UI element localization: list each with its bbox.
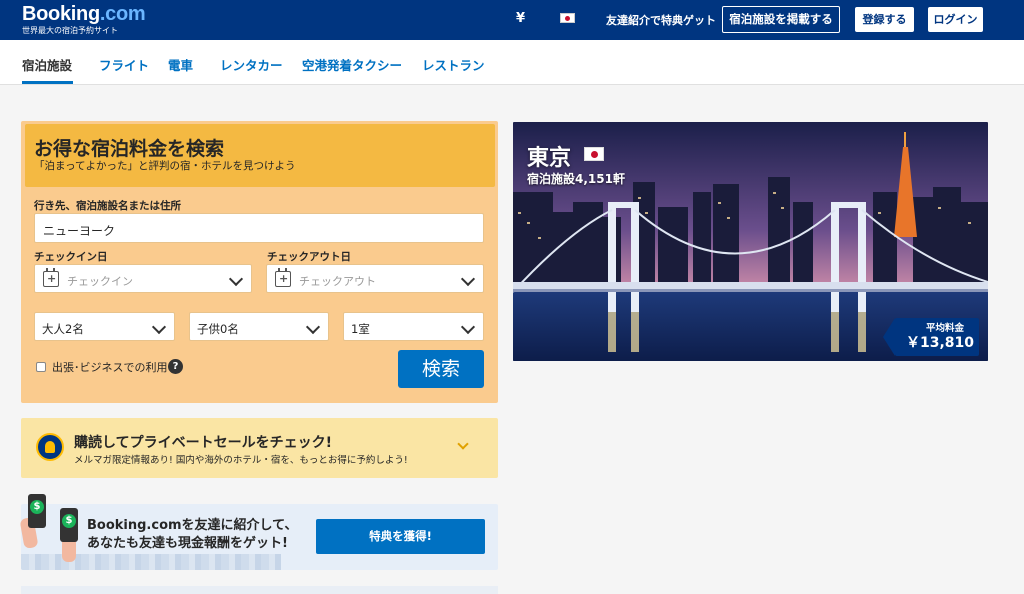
city-skyline-illustration [21, 554, 281, 570]
search-button[interactable]: 検索 [398, 350, 484, 388]
calendar-icon [43, 268, 59, 287]
language-flag-icon[interactable] [560, 13, 575, 23]
help-icon[interactable]: ? [168, 359, 183, 374]
destination-label: 行き先、宿泊施設名または住所 [34, 200, 181, 212]
get-reward-button[interactable]: 特典を獲得! [316, 519, 485, 554]
newsletter-title: 購読してプライベートセールをチェック! [74, 435, 332, 451]
rooms-select[interactable]: 1室 [343, 312, 484, 341]
destination-property-count: 宿泊施設4,151軒 [527, 172, 625, 186]
average-price-value: ￥13,810 [906, 335, 975, 351]
list-property-button[interactable]: 宿泊施設を掲載する [722, 6, 840, 33]
phone-cash-icon [60, 508, 78, 542]
destination-value: ニューヨーク [43, 224, 116, 238]
business-checkbox[interactable] [36, 362, 46, 372]
checkin-placeholder: チェックイン [67, 275, 133, 288]
tab-restaurants[interactable]: レストラン [422, 55, 485, 74]
adults-select[interactable]: 大人2名 [34, 312, 175, 341]
chevron-down-icon [305, 319, 321, 335]
children-value: 子供0名 [197, 322, 239, 336]
children-select[interactable]: 子供0名 [189, 312, 329, 341]
next-card [21, 586, 498, 594]
checkin-label: チェックイン日 [34, 251, 108, 263]
referral-text: Booking.comを友達に紹介して、あなたも友達も現金報酬をゲット! [87, 518, 298, 551]
checkout-placeholder: チェックアウト [299, 275, 376, 288]
tab-car-rental[interactable]: レンタカー [220, 55, 283, 74]
logo-dot-com: .com [99, 3, 146, 25]
tab-flights[interactable]: フライト [99, 55, 149, 74]
refer-friend-link[interactable]: 友達紹介で特典ゲット [606, 12, 716, 28]
currency-selector[interactable]: ¥ [516, 11, 525, 26]
adults-value: 大人2名 [42, 322, 84, 336]
logo-tagline: 世界最大の宿泊予約サイト [22, 26, 118, 35]
logo-text: Booking [22, 3, 100, 25]
chevron-down-icon [460, 319, 476, 335]
tab-airport-taxi[interactable]: 空港発着タクシー [302, 55, 402, 74]
business-label[interactable]: 出張･ビジネスでの利用 [52, 359, 168, 375]
newsletter-subtitle: メルマガ限定情報あり! 国内や海外のホテル・宿を、もっとお得に予約しよう! [74, 455, 408, 466]
search-subtitle: 「泊まってよかった」と評判の宿・ホテルを見つけよう [34, 160, 296, 172]
tab-trains[interactable]: 電車 [168, 55, 193, 74]
checkout-label: チェックアウト日 [267, 251, 351, 263]
chevron-down-icon [460, 271, 476, 287]
tab-stays[interactable]: 宿泊施設 [22, 55, 72, 74]
japan-flag-icon [584, 147, 604, 161]
login-button[interactable]: ログイン [928, 7, 983, 32]
product-nav: 宿泊施設 フライト 電車 レンタカー 空港発着タクシー レストラン [0, 40, 1024, 85]
phone-cash-icon [28, 494, 46, 528]
calendar-icon [275, 268, 291, 287]
destination-input[interactable]: ニューヨーク [34, 213, 484, 243]
chevron-down-icon [228, 271, 244, 287]
top-header: Booking.com 世界最大の宿泊予約サイト ¥ 友達紹介で特典ゲット 宿泊… [0, 0, 1024, 40]
checkout-field[interactable]: チェックアウト [266, 264, 484, 293]
booking-logo[interactable]: Booking.com 世界最大の宿泊予約サイト [22, 3, 146, 36]
rooms-value: 1室 [351, 322, 370, 336]
search-title: お得な宿泊料金を検索 [34, 138, 225, 160]
active-tab-indicator [22, 81, 73, 84]
register-button[interactable]: 登録する [855, 7, 914, 32]
destination-city-name: 東京 [527, 146, 572, 171]
chevron-down-icon [151, 319, 167, 335]
megaphone-icon [36, 433, 64, 461]
checkin-field[interactable]: チェックイン [34, 264, 252, 293]
